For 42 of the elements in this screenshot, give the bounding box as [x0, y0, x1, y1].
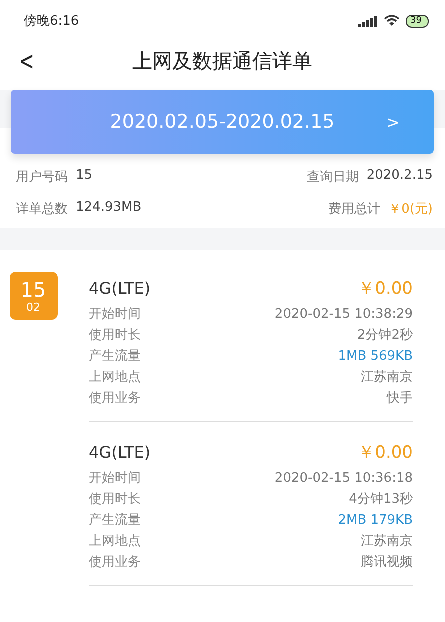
badge-day: 15 [20, 278, 46, 300]
battery-icon: 39 [406, 14, 429, 28]
summary-value: 2020.2.15 [366, 168, 433, 185]
field-value: 2020-02-15 10:38:29 [274, 306, 413, 324]
field-value: 快手 [387, 390, 413, 408]
status-time: 傍晚6:16 [24, 13, 80, 30]
field-label: 使用时长 [89, 491, 141, 509]
field-value: 4分钟13秒 [349, 491, 413, 509]
field-label: 产生流量 [89, 348, 141, 366]
field-label: 使用业务 [89, 390, 141, 408]
field-label: 上网地点 [89, 369, 141, 387]
summary-label: 查询日期 [306, 169, 359, 186]
record-fee: ￥0.00 [358, 278, 413, 300]
network-type: 4G(LTE) [89, 442, 151, 462]
field-label: 使用业务 [89, 554, 141, 572]
field-label: 开始时间 [89, 470, 141, 488]
summary-value: ￥0(元) [388, 201, 433, 218]
summary-value: 124.93MB [76, 200, 142, 217]
field-value: 江苏南京 [361, 369, 413, 387]
field-value: 腾讯视频 [361, 554, 413, 572]
summary-label: 详单总数 [16, 201, 68, 218]
field-value: 1MB 569KB [338, 348, 413, 366]
field-label: 使用时长 [89, 327, 141, 345]
chevron-icon: > [386, 112, 400, 132]
summary-label: 费用总计 [328, 201, 381, 218]
record-fee: ￥0.00 [358, 442, 413, 464]
wifi-icon [384, 15, 400, 27]
field-label: 上网地点 [89, 533, 141, 551]
field-label: 产生流量 [89, 512, 141, 530]
page-title: 上网及数据通信详单 [132, 48, 312, 74]
field-value: 2分钟2秒 [357, 327, 413, 345]
signal-icon [358, 16, 378, 26]
field-value: 2020-02-15 10:36:18 [274, 470, 413, 488]
field-value: 江苏南京 [361, 533, 413, 551]
network-type: 4G(LTE) [89, 278, 151, 298]
field-value: 2MB 179KB [338, 512, 413, 530]
summary-value: 15 [76, 168, 93, 185]
date-range: 2020.02.05-2020.02.15 [110, 111, 335, 133]
summary-label: 用户号码 [16, 169, 68, 186]
badge-month: 02 [26, 300, 40, 314]
field-label: 开始时间 [89, 306, 141, 324]
back-button[interactable]: < [15, 46, 39, 78]
